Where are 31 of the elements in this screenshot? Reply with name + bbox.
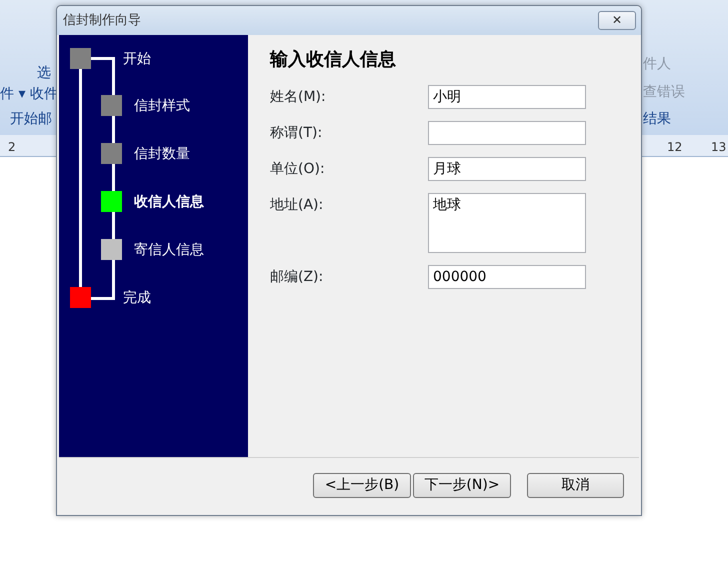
- back-button[interactable]: <上一步(B): [313, 473, 411, 498]
- page-heading: 输入收信人信息: [270, 49, 397, 71]
- group-label: 开始邮: [10, 110, 52, 129]
- step-label: 收信人信息: [134, 193, 204, 212]
- step-label: 信封样式: [134, 97, 190, 116]
- field-label: 邮编(Z):: [270, 268, 324, 287]
- input-field[interactable]: 000000: [428, 264, 586, 289]
- next-button[interactable]: 下一步(N)>: [413, 473, 511, 498]
- field-label: 姓名(M):: [270, 88, 327, 107]
- input-field[interactable]: 月球: [428, 156, 586, 181]
- step-label: 信封数量: [134, 145, 190, 164]
- window-title: 信封制作向导: [63, 12, 141, 30]
- step-label: 寄信人信息: [134, 241, 204, 260]
- input-field[interactable]: [428, 120, 586, 145]
- field-label: 单位(O):: [270, 160, 326, 179]
- ruler-number: 12: [667, 139, 682, 156]
- input-field[interactable]: 小明: [428, 84, 586, 109]
- ribbon-label: 件人: [643, 55, 671, 74]
- ribbon-label: 选: [37, 64, 51, 83]
- field-label: 地址(A):: [270, 196, 324, 215]
- ruler-number: 13: [711, 139, 726, 156]
- group-label: 结果: [643, 110, 671, 129]
- ruler-number: 2: [8, 139, 16, 156]
- step-label: 完成: [123, 289, 151, 308]
- cancel-button[interactable]: 取消: [527, 473, 624, 498]
- step-label: 开始: [123, 50, 151, 69]
- ribbon-label: 件 ▾ 收件: [0, 85, 58, 104]
- address-field[interactable]: 地球: [428, 192, 586, 253]
- field-label: 称谓(T):: [270, 124, 324, 143]
- close-button[interactable]: ✕: [598, 11, 636, 30]
- ribbon-label: 查错误: [643, 83, 685, 102]
